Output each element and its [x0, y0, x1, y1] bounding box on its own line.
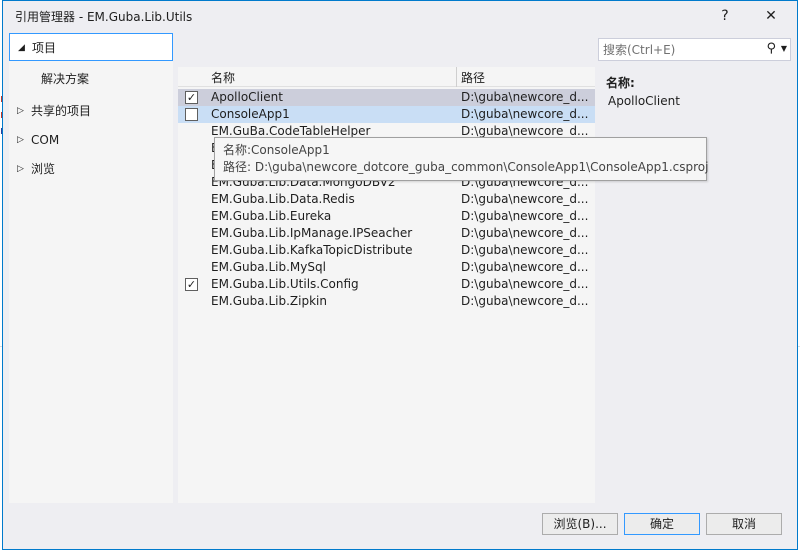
row-path: D:\guba\newcore_d... — [461, 226, 589, 240]
table-row[interactable]: EM.Guba.Lib.MySql D:\guba\newcore_d... — [178, 259, 595, 276]
row-name: EM.Guba.Lib.MySql — [211, 260, 326, 274]
close-button[interactable]: ✕ — [757, 5, 785, 27]
nav-item-projects[interactable]: ◢ 项目 — [9, 33, 173, 61]
search-input[interactable] — [603, 41, 753, 58]
table-row[interactable]: ✓ EM.Guba.Lib.Utils.Config D:\guba\newcore… — [178, 276, 595, 293]
nav-item-label: 解决方案 — [41, 72, 90, 86]
row-name: EM.Guba.Lib.Zipkin — [211, 294, 327, 308]
row-path: D:\guba\newcore_d... — [461, 192, 589, 206]
column-header-path[interactable]: 路径 — [461, 69, 485, 86]
category-nav: ◢ 项目 解决方案 ▷ 共享的项目 ▷ COM ▷ 浏览 — [9, 33, 173, 503]
row-checkbox[interactable] — [185, 227, 198, 240]
details-name-label: 名称: — [606, 76, 635, 90]
table-row[interactable]: EM.Guba.Lib.IpManage.IPSeacher D:\guba\ne… — [178, 225, 595, 242]
row-name: ConsoleApp1 — [211, 107, 290, 121]
row-checkbox[interactable] — [185, 125, 198, 138]
row-name: ApolloClient — [211, 90, 283, 104]
row-checkbox[interactable] — [185, 261, 198, 274]
hover-tooltip: 名称:ConsoleApp1 路径: D:\guba\newcore_dotco… — [214, 137, 709, 181]
nav-item-label: 浏览 — [31, 162, 56, 176]
row-checkbox[interactable] — [185, 295, 198, 308]
row-path: D:\guba\newcore_d... — [461, 260, 589, 274]
row-checkbox[interactable] — [185, 244, 198, 257]
nav-item-solution[interactable]: 解决方案 — [9, 65, 173, 93]
search-box[interactable]: ⚲ ▼ — [598, 38, 791, 61]
table-row[interactable]: ConsoleApp1 D:\guba\newcore_d... — [178, 106, 595, 123]
browse-button[interactable]: 浏览(B)... — [542, 513, 618, 535]
row-checkbox[interactable] — [185, 176, 198, 189]
row-name: EM.Guba.Lib.KafkaTopicDistribute — [211, 243, 413, 257]
row-checkbox[interactable] — [185, 142, 198, 155]
project-list: 名称 路径 ✓ ApolloClient D:\guba\newcore_d... C… — [178, 67, 595, 503]
table-row[interactable]: EM.Guba.Lib.Data.Redis D:\guba\newcore_d.… — [178, 191, 595, 208]
table-row[interactable]: EM.Guba.Lib.Zipkin D:\guba\newcore_d... — [178, 293, 595, 310]
expanded-arrow-icon[interactable]: ◢ — [18, 34, 25, 62]
row-path: D:\guba\newcore_d... — [461, 209, 589, 223]
title-bar: 引用管理器 - EM.Guba.Lib.Utils ? ✕ — [3, 1, 797, 31]
row-checkbox[interactable] — [185, 193, 198, 206]
table-row[interactable]: EM.Guba.Lib.Eureka D:\guba\newcore_d... — [178, 208, 595, 225]
row-path: D:\guba\newcore_d... — [461, 90, 589, 104]
chevron-down-icon[interactable]: ▼ — [781, 44, 787, 53]
row-path: D:\guba\newcore_d... — [461, 243, 589, 257]
nav-item-label: 共享的项目 — [31, 104, 92, 118]
ok-button[interactable]: 确定 — [624, 513, 700, 535]
row-checkbox[interactable]: ✓ — [185, 278, 198, 291]
nav-item-shared-projects[interactable]: ▷ 共享的项目 — [9, 97, 173, 125]
details-name-value: ApolloClient — [608, 94, 680, 108]
list-header: 名称 路径 — [178, 67, 595, 87]
column-header-name[interactable]: 名称 — [211, 69, 235, 86]
table-row[interactable]: ✓ ApolloClient D:\guba\newcore_d... — [178, 89, 595, 106]
row-checkbox[interactable] — [185, 108, 198, 121]
tooltip-name: 名称:ConsoleApp1 — [223, 143, 330, 157]
column-resize-handle[interactable] — [456, 67, 457, 87]
collapsed-arrow-icon[interactable]: ▷ — [17, 155, 24, 183]
table-row[interactable]: EM.Guba.Lib.KafkaTopicDistribute D:\guba\… — [178, 242, 595, 259]
nav-item-com[interactable]: ▷ COM — [9, 126, 173, 154]
collapsed-arrow-icon[interactable]: ▷ — [17, 97, 24, 125]
details-pane: 名称: ApolloClient — [606, 75, 786, 110]
nav-item-browse[interactable]: ▷ 浏览 — [9, 155, 173, 183]
row-name: EM.Guba.Lib.IpManage.IPSeacher — [211, 226, 413, 240]
row-path: D:\guba\newcore_d... — [461, 277, 589, 291]
row-path: D:\guba\newcore_d... — [461, 107, 589, 121]
row-checkbox[interactable] — [185, 210, 198, 223]
nav-item-label: COM — [31, 133, 60, 147]
row-path: D:\guba\newcore_d... — [461, 294, 589, 308]
help-button[interactable]: ? — [711, 5, 739, 27]
row-name: EM.Guba.Lib.Data.Redis — [211, 192, 355, 206]
tooltip-path: 路径: D:\guba\newcore_dotcore_guba_common\… — [223, 160, 709, 174]
row-name: EM.Guba.Lib.Eureka — [211, 209, 332, 223]
cancel-button[interactable]: 取消 — [706, 513, 782, 535]
row-name: EM.Guba.Lib.Utils.Config — [211, 277, 359, 291]
nav-item-label: 项目 — [32, 41, 57, 55]
search-icon[interactable]: ⚲ — [766, 41, 776, 56]
reference-manager-dialog: 引用管理器 - EM.Guba.Lib.Utils ? ✕ ◢ 项目 解决方案 … — [2, 0, 798, 550]
collapsed-arrow-icon[interactable]: ▷ — [17, 126, 24, 154]
window-title: 引用管理器 - EM.Guba.Lib.Utils — [15, 10, 193, 24]
row-checkbox[interactable]: ✓ — [185, 91, 198, 104]
row-checkbox[interactable] — [185, 159, 198, 172]
